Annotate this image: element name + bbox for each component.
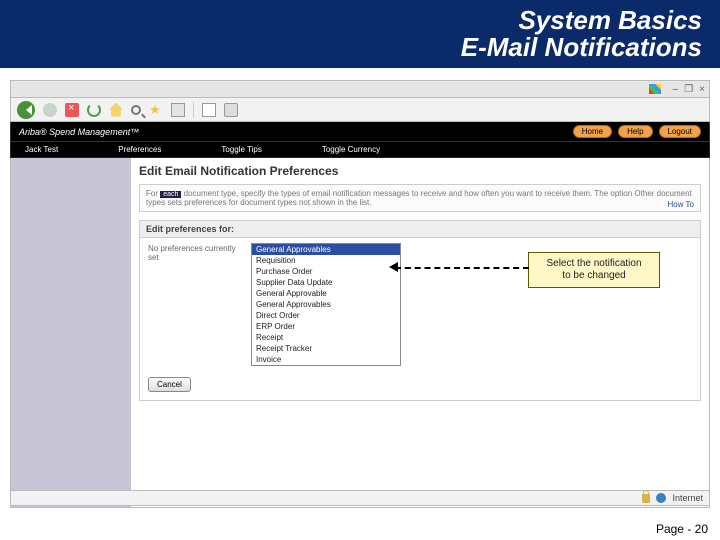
instr-text: document type, specify the types of emai… <box>146 189 692 207</box>
slide-title-line1: System Basics <box>461 7 702 34</box>
callout-box: Select the notification to be changed <box>528 252 660 288</box>
dropdown-option[interactable]: Direct Order <box>252 310 400 321</box>
favorites-icon[interactable]: ★ <box>149 103 163 117</box>
callout-line1: Select the notification <box>535 258 653 270</box>
nav-stop-icon[interactable] <box>65 103 79 117</box>
logout-button[interactable]: Logout <box>659 125 701 138</box>
preferences-head: Edit preferences for: <box>140 221 700 238</box>
sidebar <box>11 158 131 507</box>
preferences-block: Edit preferences for: No preferences cur… <box>139 220 701 401</box>
history-icon[interactable] <box>171 103 185 117</box>
status-zone: Internet <box>672 493 703 503</box>
how-to-link[interactable]: How To <box>667 200 694 209</box>
callout-arrow-line <box>395 267 529 269</box>
nav-back-icon[interactable] <box>17 101 35 119</box>
nav-forward-icon[interactable] <box>43 103 57 117</box>
home-button[interactable]: Home <box>573 125 612 138</box>
dropdown-option[interactable]: Purchase Order <box>252 266 400 277</box>
browser-frame: – ❐ × ★ Ariba® Spend Management™ Home He… <box>10 80 710 508</box>
dropdown-option[interactable]: Requisition <box>252 255 400 266</box>
cancel-button[interactable]: Cancel <box>148 377 191 392</box>
window-titlebar: – ❐ × <box>10 80 710 98</box>
dropdown-option[interactable]: Receipt <box>252 332 400 343</box>
doc-type-dropdown[interactable]: General Approvables Requisition Purchase… <box>251 243 401 366</box>
ariba-brand: Ariba® Spend Management™ <box>19 127 139 137</box>
dropdown-option[interactable]: Supplier Data Update <box>252 277 400 288</box>
menu-preferences[interactable]: Preferences <box>118 145 161 154</box>
dropdown-option[interactable]: ERP Order <box>252 321 400 332</box>
browser-statusbar: Internet <box>10 490 710 506</box>
window-min-button[interactable]: – <box>673 84 679 95</box>
callout-line2: to be changed <box>535 270 653 282</box>
windows-flag-icon <box>649 84 661 94</box>
user-name: Jack Test <box>25 145 58 154</box>
browser-toolbar: ★ <box>10 98 710 122</box>
ariba-header: Ariba® Spend Management™ Home Help Logou… <box>10 122 710 142</box>
instruction-box: For each document type, specify the type… <box>139 184 701 212</box>
page-number: Page - 20 <box>656 522 708 536</box>
window-close-button[interactable]: × <box>699 84 705 95</box>
dropdown-option[interactable]: General Approvable <box>252 288 400 299</box>
help-button[interactable]: Help <box>618 125 652 138</box>
print-icon[interactable] <box>224 103 238 117</box>
menu-toggle-tips[interactable]: Toggle Tips <box>221 145 261 154</box>
menu-toggle-currency[interactable]: Toggle Currency <box>322 145 380 154</box>
slide-title-line2: E-Mail Notifications <box>461 34 702 61</box>
globe-icon <box>656 493 666 503</box>
toolbar-separator <box>193 102 194 118</box>
app-body: Edit Email Notification Preferences For … <box>10 158 710 508</box>
no-preferences-label: No preferences currently set <box>148 243 243 262</box>
mail-icon[interactable] <box>202 103 216 117</box>
dropdown-option[interactable]: General Approvables <box>252 299 400 310</box>
nav-reload-icon[interactable] <box>87 103 101 117</box>
lock-icon <box>642 494 650 503</box>
main-panel: Edit Email Notification Preferences For … <box>131 158 709 507</box>
instr-badge: each <box>160 191 181 198</box>
nav-search-icon[interactable] <box>131 105 141 115</box>
instr-prefix: For <box>146 189 158 198</box>
dropdown-option[interactable]: Receipt Tracker <box>252 343 400 354</box>
ariba-menubar: Jack Test Preferences Toggle Tips Toggle… <box>10 142 710 158</box>
slide-title-bar: System Basics E-Mail Notifications <box>0 0 720 68</box>
nav-home-icon[interactable] <box>109 103 123 117</box>
dropdown-option[interactable]: Invoice <box>252 354 400 365</box>
window-max-button[interactable]: ❐ <box>684 84 693 95</box>
dropdown-selected[interactable]: General Approvables <box>252 244 400 255</box>
callout-arrowhead-icon <box>384 262 398 272</box>
page-title: Edit Email Notification Preferences <box>139 164 701 178</box>
